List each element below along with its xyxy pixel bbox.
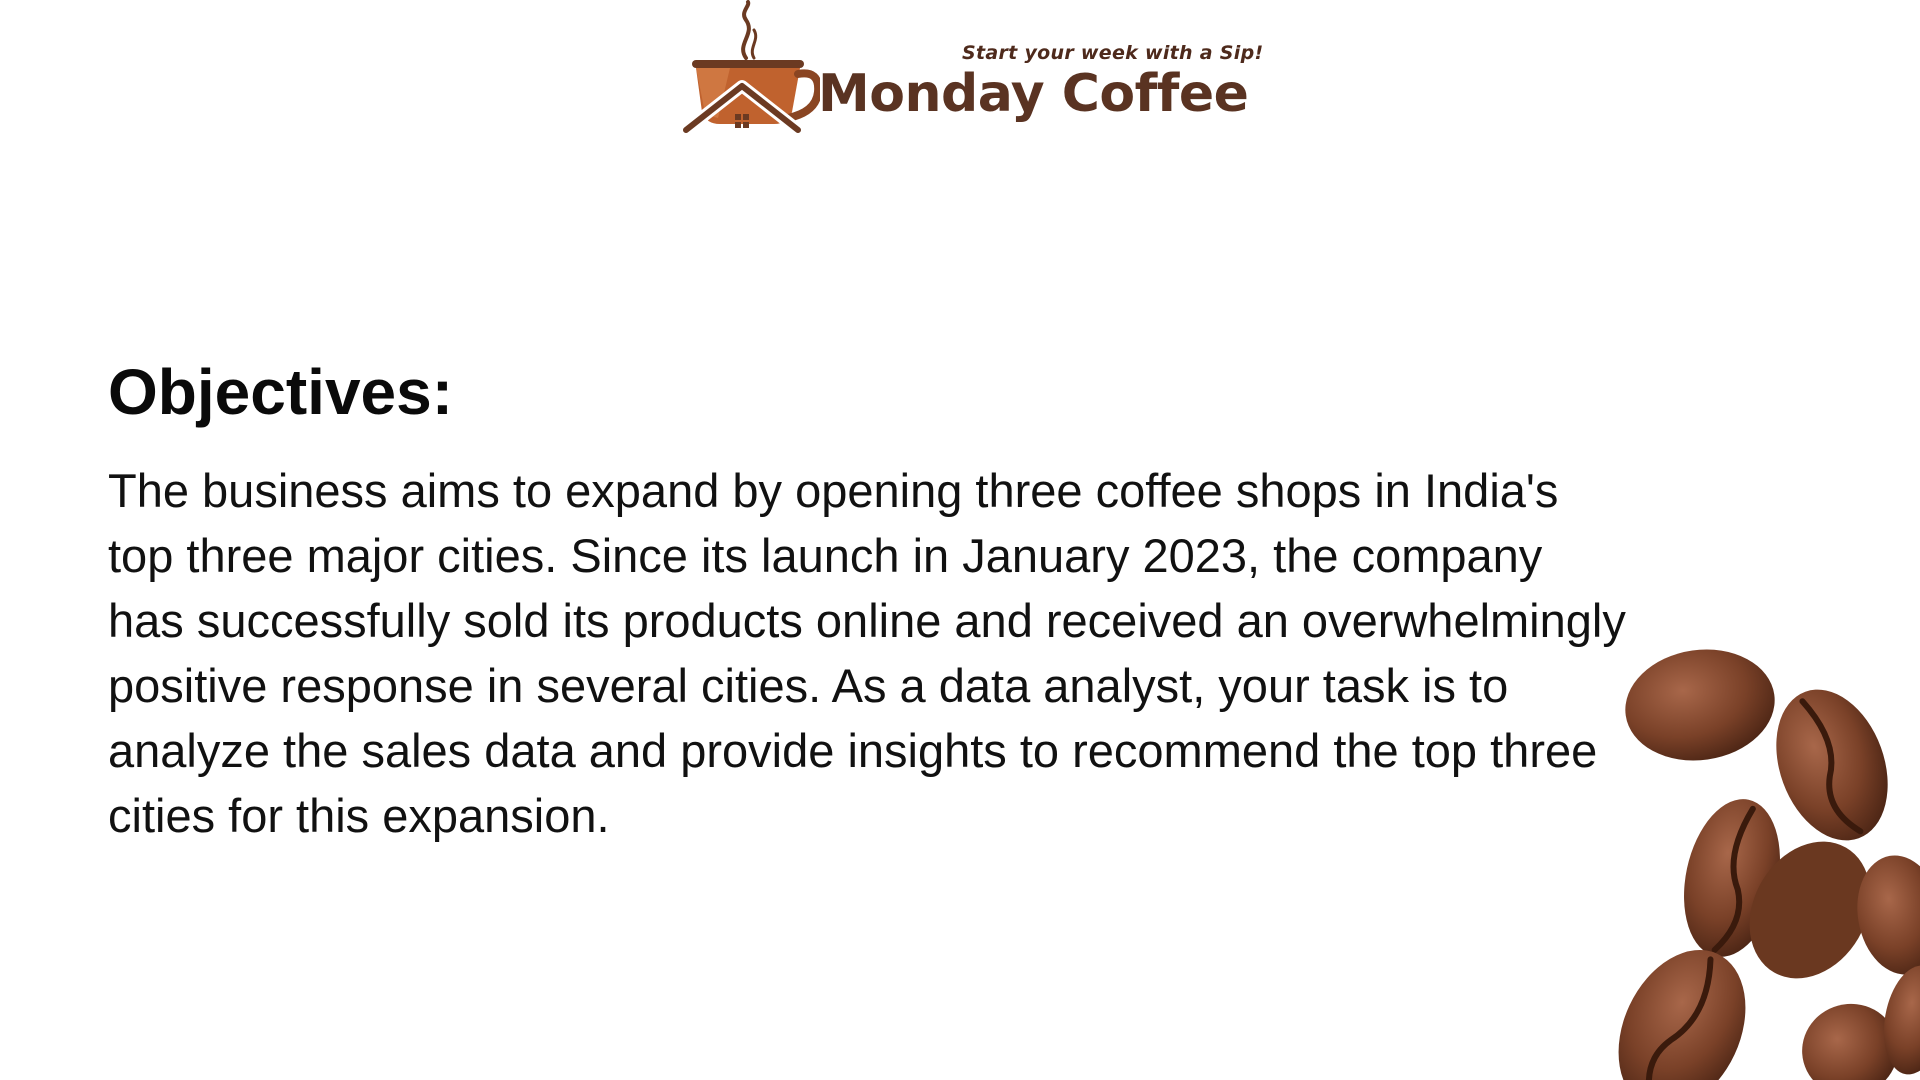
- logo-brand-name: Monday Coffee: [818, 64, 1249, 124]
- brand-logo: Start your week with a Sip! Monday Coffe…: [680, 0, 1263, 140]
- section-title: Objectives:: [108, 356, 454, 428]
- section-body: The business aims to expand by opening t…: [108, 464, 1626, 842]
- coffee-cup-house-icon: [680, 0, 820, 136]
- logo-tagline: Start your week with a Sip!: [962, 42, 1264, 64]
- coffee-beans-image: [1618, 649, 1920, 1080]
